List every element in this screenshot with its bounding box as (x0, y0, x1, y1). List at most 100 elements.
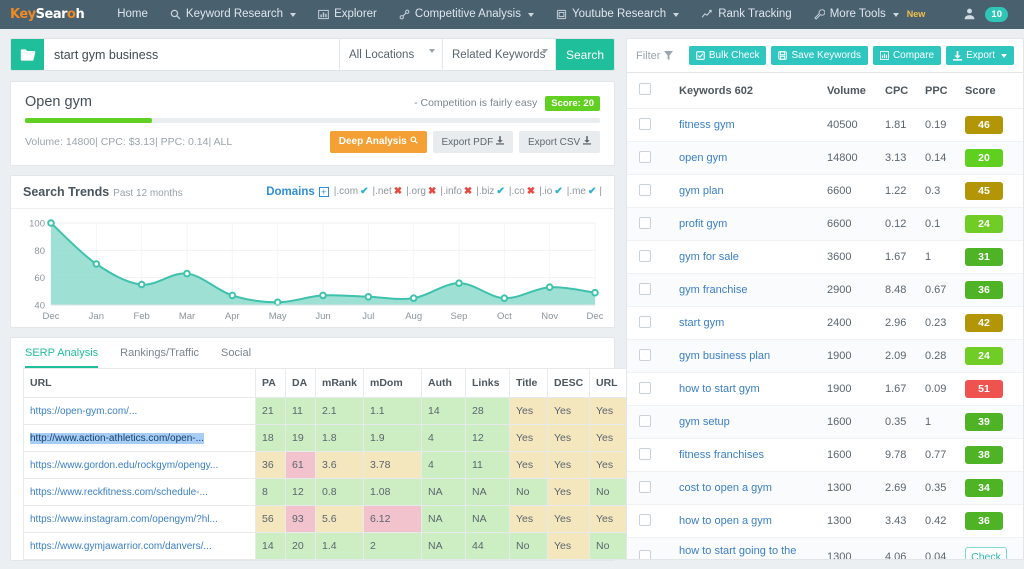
row-checkbox[interactable] (639, 150, 651, 163)
keyword-cell[interactable]: how to start gym (675, 372, 823, 406)
domain-biz[interactable]: |.biz ✔ (476, 186, 505, 197)
serp-column-auth[interactable]: Auth (421, 367, 466, 398)
serp-url-cell[interactable]: https://www.instagram.com/opengym/?hl... (23, 504, 256, 533)
domain-io[interactable]: |.io ✔ (539, 186, 563, 197)
keyword-cell[interactable]: open gym (675, 141, 823, 175)
keyword-cell[interactable]: fitness gym (675, 108, 823, 142)
keyword-cell[interactable]: gym business plan (675, 339, 823, 373)
location-select[interactable]: All Locations (340, 39, 443, 70)
plus-icon[interactable]: + (318, 186, 329, 197)
nav-item-keyword-research[interactable]: Keyword Research (159, 0, 307, 29)
domains-label[interactable]: Domains (266, 186, 315, 198)
export-pdf-button[interactable]: Export PDF (432, 130, 513, 153)
serp-url-link[interactable]: https://www.gymjawarrior.com/danvers/... (30, 541, 212, 552)
serp-url-link[interactable]: https://www.gordon.edu/rockgym/opengy... (30, 460, 218, 471)
deep-analysis-button[interactable]: Deep Analysis (329, 130, 427, 153)
keyword-cell[interactable]: cost to open a gym (675, 471, 823, 505)
serp-url-cell[interactable]: http://www.action-athletics.com/open-... (23, 423, 256, 452)
serp-column-url[interactable]: URL (23, 367, 256, 398)
domain-me[interactable]: |.me ✔ (567, 186, 597, 197)
keyword-link[interactable]: how to start going to the gym (679, 545, 796, 559)
domain-org[interactable]: |.org ✖ (406, 186, 436, 197)
export-csv-button[interactable]: Export CSV (518, 130, 600, 153)
nav-item-competitive-analysis[interactable]: Competitive Analysis (388, 0, 545, 29)
domain-co[interactable]: |.co ✖ (509, 186, 535, 197)
row-checkbox[interactable] (639, 249, 651, 262)
serp-url-link[interactable]: http://www.action-athletics.com/open-... (30, 432, 204, 444)
serp-column-da[interactable]: DA (285, 367, 316, 398)
keyword-cell[interactable]: start gym (675, 306, 823, 340)
column-keywords[interactable]: Keywords 602 (675, 73, 823, 109)
nav-item-more-tools[interactable]: More Tools New (803, 0, 937, 29)
keyword-cell[interactable]: gym franchise (675, 273, 823, 307)
column-score[interactable]: Score (961, 73, 1023, 109)
serp-column-desc[interactable]: DESC (547, 367, 590, 398)
row-checkbox[interactable] (639, 549, 651, 559)
serp-url-cell[interactable]: https://www.gymjawarrior.com/danvers/... (23, 531, 256, 560)
tab-rankings-traffic[interactable]: Rankings/Traffic (120, 347, 199, 368)
bulk-check-button[interactable]: Bulk Check (688, 46, 767, 65)
keyword-link[interactable]: how to open a gym (679, 515, 772, 527)
column-cpc[interactable]: CPC (881, 73, 921, 109)
row-checkbox[interactable] (639, 216, 651, 229)
keyword-link[interactable]: gym plan (679, 185, 724, 197)
column-ppc[interactable]: PPC (921, 73, 961, 109)
nav-item-home[interactable]: Home (106, 0, 159, 29)
keyword-cell[interactable]: gym for sale (675, 240, 823, 274)
tab-serp-analysis[interactable]: SERP Analysis (25, 347, 99, 368)
row-checkbox[interactable] (639, 414, 651, 427)
nav-item-rank-tracking[interactable]: Rank Tracking (690, 0, 803, 29)
select-all-checkbox[interactable] (639, 83, 651, 95)
keyword-cell[interactable]: how to open a gym (675, 504, 823, 538)
keyword-link[interactable]: gym franchise (679, 284, 747, 296)
serp-column-pa[interactable]: PA (255, 367, 286, 398)
keyword-link[interactable]: cost to open a gym (679, 482, 772, 494)
row-checkbox[interactable] (639, 480, 651, 493)
keyword-type-select[interactable]: Related Keywords (443, 39, 556, 70)
serp-column-mrank[interactable]: mRank (315, 367, 364, 398)
filter-control[interactable]: Filter (636, 50, 674, 62)
keyword-link[interactable]: fitness gym (679, 119, 735, 131)
keyword-link[interactable]: gym business plan (679, 350, 770, 362)
app-logo[interactable]: KeySearoh (6, 7, 88, 22)
row-checkbox[interactable] (639, 381, 651, 394)
row-checkbox[interactable] (639, 513, 651, 526)
row-checkbox[interactable] (639, 348, 651, 361)
check-score-button[interactable]: Check (965, 547, 1007, 559)
column-volume[interactable]: Volume (823, 73, 881, 109)
notification-badge[interactable]: 10 (985, 7, 1008, 22)
serp-url-link[interactable]: https://www.instagram.com/opengym/?hl... (30, 514, 218, 525)
keyword-link[interactable]: gym for sale (679, 251, 739, 263)
compare-button[interactable]: Compare (872, 46, 942, 65)
row-checkbox[interactable] (639, 282, 651, 295)
row-checkbox[interactable] (639, 447, 651, 460)
keyword-cell[interactable]: gym plan (675, 174, 823, 208)
keyword-link[interactable]: profit gym (679, 218, 727, 230)
save-keywords-button[interactable]: Save Keywords (771, 46, 868, 65)
serp-column-url-match[interactable]: URL (589, 367, 630, 398)
keyword-cell[interactable]: fitness franchises (675, 438, 823, 472)
row-checkbox[interactable] (639, 117, 651, 130)
export-button[interactable]: Export (946, 46, 1014, 65)
domain-net[interactable]: |.net ✖ (372, 186, 402, 197)
serp-url-link[interactable]: https://open-gym.com/... (30, 406, 137, 417)
domain-com[interactable]: |.com ✔ (334, 186, 369, 197)
keyword-link[interactable]: how to start gym (679, 383, 760, 395)
folder-icon[interactable] (11, 39, 44, 70)
row-checkbox[interactable] (639, 183, 651, 196)
serp-column-links[interactable]: Links (465, 367, 510, 398)
search-button[interactable]: Search (556, 39, 614, 70)
keyword-link[interactable]: gym setup (679, 416, 730, 428)
tab-social[interactable]: Social (221, 347, 251, 368)
search-input[interactable] (44, 39, 340, 70)
serp-url-cell[interactable]: https://www.gordon.edu/rockgym/opengy... (23, 450, 256, 479)
keyword-cell[interactable]: profit gym (675, 207, 823, 241)
keyword-link[interactable]: open gym (679, 152, 727, 164)
serp-url-link[interactable]: https://www.reckfitness.com/schedule-... (30, 487, 208, 498)
serp-url-cell[interactable]: https://www.reckfitness.com/schedule-... (23, 477, 256, 506)
serp-url-cell[interactable]: https://open-gym.com/... (23, 396, 256, 425)
serp-column-title[interactable]: Title (509, 367, 548, 398)
keyword-cell[interactable]: how to start going to the gym (675, 537, 823, 559)
keyword-cell[interactable]: gym setup (675, 405, 823, 439)
user-avatar-icon[interactable] (963, 7, 976, 23)
